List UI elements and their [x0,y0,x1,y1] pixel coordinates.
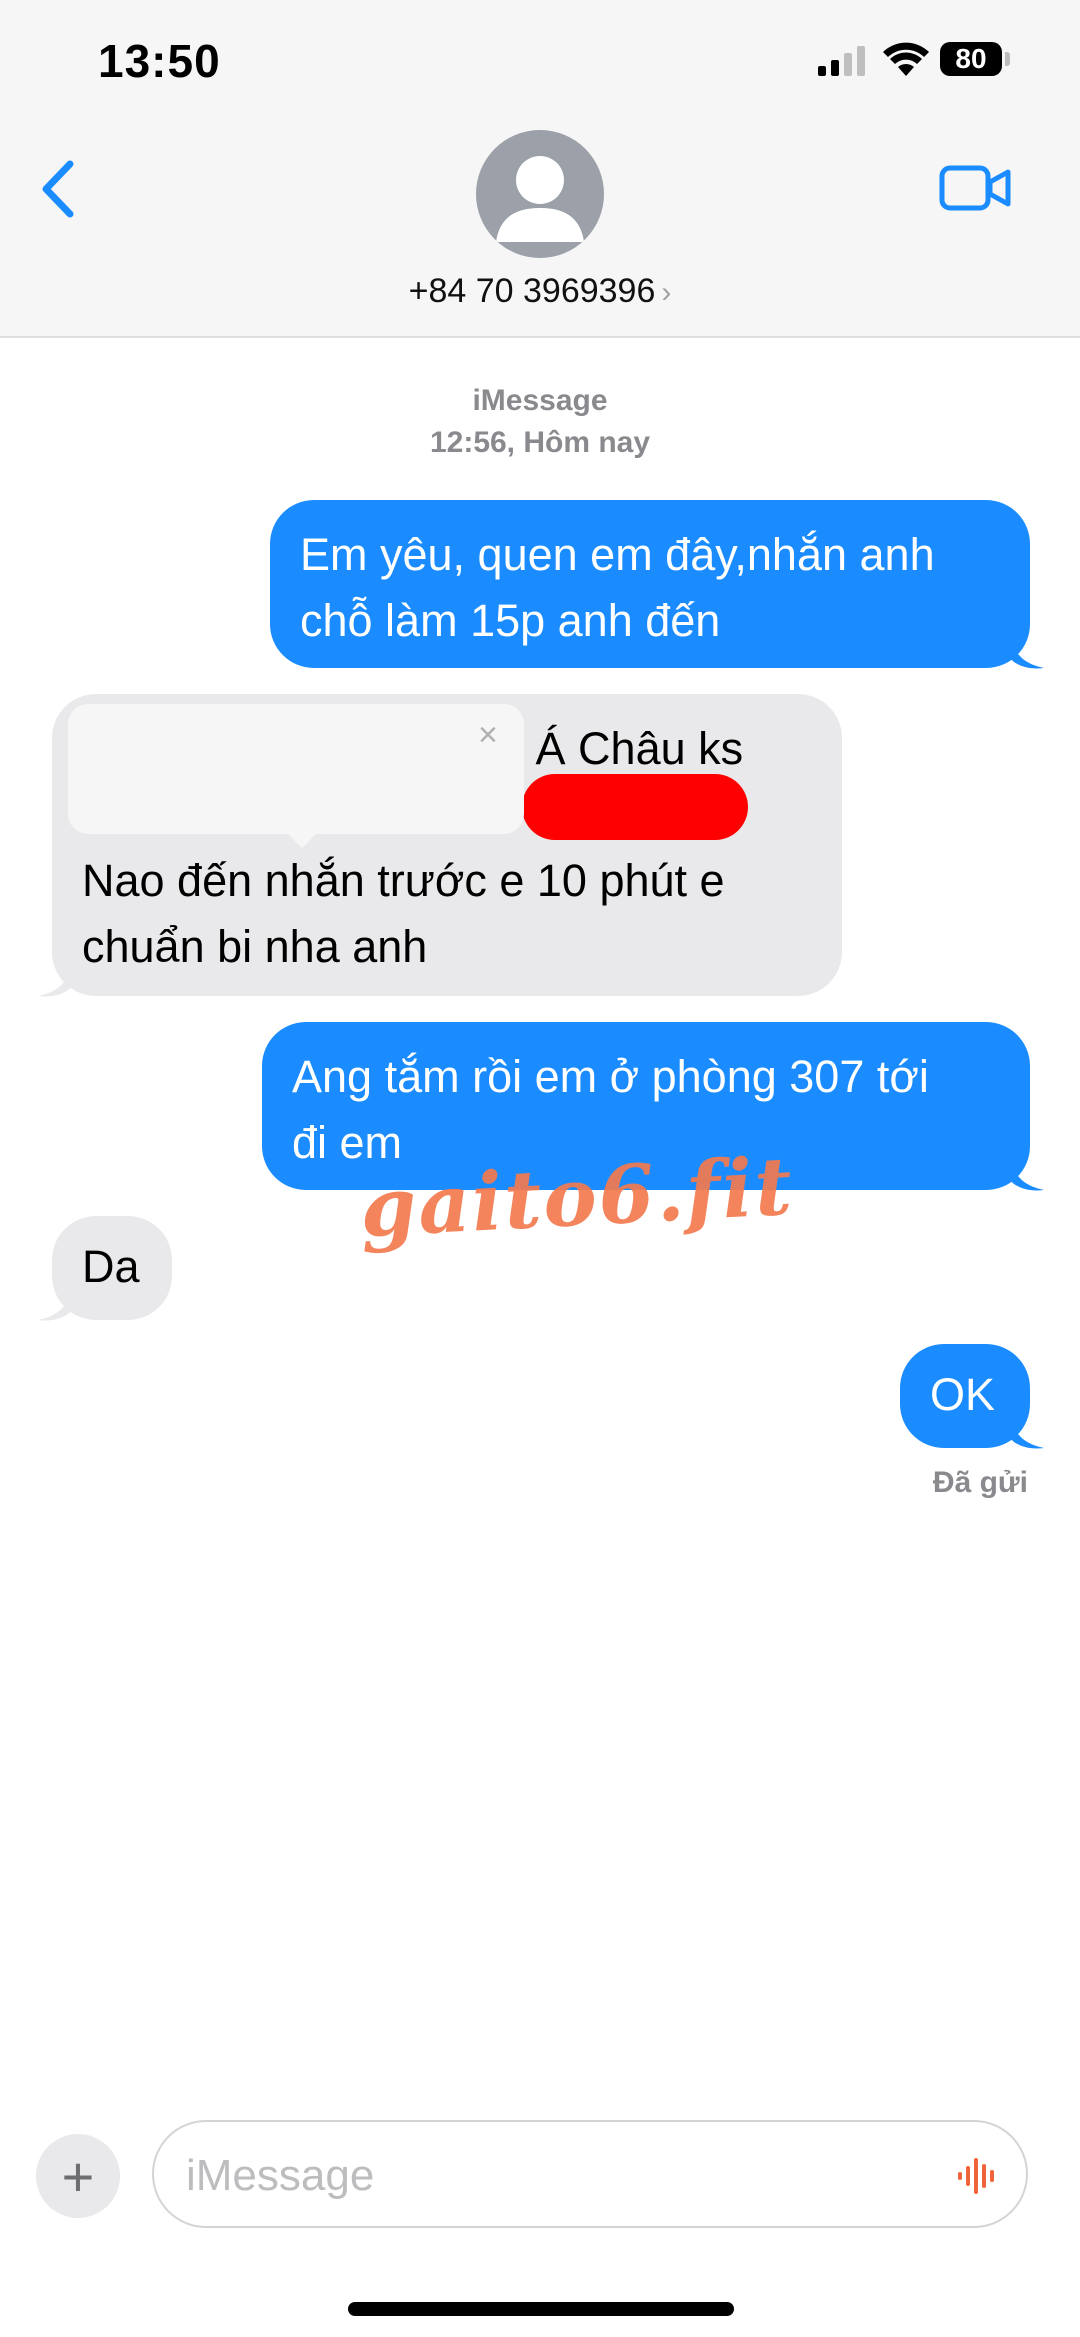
bubble-tail [1010,1416,1044,1449]
conversation-timestamp: 12:56, Hôm nay [429,426,651,459]
service-label: iMessage [472,384,608,417]
person-icon [496,156,584,242]
cellular-signal-icon [818,46,865,76]
message-line: Ang tắm rồi em ở phòng 307 tới [292,1051,929,1102]
message-input[interactable] [184,2140,948,2212]
message-line: Nao đến nhắn trước e 10 phút e [82,855,725,906]
bubble-tail [1010,636,1044,669]
conversation-header: 13:50 80 +84 70 3969396 › [0,0,1080,338]
bubble-tail [38,964,72,997]
add-attachment-button[interactable]: + [36,2134,120,2218]
wifi-icon [883,42,929,76]
home-indicator[interactable] [348,2302,734,2316]
close-icon[interactable]: × [478,716,498,755]
redaction-mark [522,774,748,840]
chevron-left-icon[interactable] [36,158,80,220]
bubble-tail [38,1288,72,1321]
message-bubble-outgoing[interactable]: Em yêu, quen em đây,nhắn anh chỗ làm 15p… [270,500,1030,668]
battery-tip [1005,52,1010,66]
delivery-status: Đã gửi [932,1466,1028,1499]
avatar[interactable] [476,130,604,258]
message-line: Em yêu, quen em đây,nhắn anh [300,529,935,580]
status-time: 13:50 [98,35,221,87]
battery-indicator: 80 [940,42,1002,76]
message-input-container[interactable] [152,2120,1028,2228]
message-line: chuẩn bi nha anh [82,921,428,972]
popup-pointer [280,826,324,848]
contact-name[interactable]: +84 70 3969396 › [0,272,1080,311]
message-line: chỗ làm 15p anh đến [300,595,721,646]
audio-waveform-icon[interactable] [954,2152,1002,2200]
chevron-right-icon: › [661,276,672,309]
popup-card [68,704,524,834]
video-camera-icon[interactable] [938,160,1012,216]
contact-number[interactable]: +84 70 3969396 [409,272,656,310]
message-line: Da [82,1241,140,1292]
bubble-tail [1010,1158,1044,1191]
message-line: OK [930,1369,996,1420]
messages-screen: 13:50 80 +84 70 3969396 › iMessage 12:56… [0,0,1080,2337]
